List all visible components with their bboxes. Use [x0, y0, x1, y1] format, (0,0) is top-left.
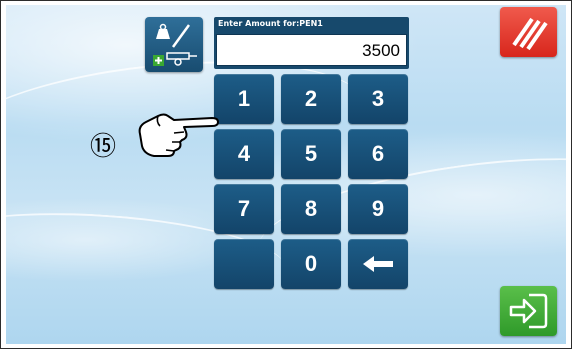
amount-entry-label: Enter Amount for:PEN1	[218, 19, 323, 28]
enter-arrow-icon	[509, 293, 548, 329]
cancel-button[interactable]	[500, 7, 557, 57]
weight-scale-trailer-icon	[153, 23, 197, 66]
key-6[interactable]: 6	[348, 129, 408, 179]
confirm-button[interactable]	[500, 286, 557, 336]
amount-entry-panel: Enter Amount for:PEN1 3500	[214, 17, 409, 69]
amount-value: 3500	[362, 41, 400, 60]
key-7[interactable]: 7	[214, 184, 274, 234]
key-blank	[214, 239, 274, 289]
key-0[interactable]: 0	[281, 239, 341, 289]
amount-field[interactable]: 3500	[216, 34, 407, 66]
key-8[interactable]: 8	[281, 184, 341, 234]
key-2[interactable]: 2	[281, 74, 341, 124]
callout-number: ⑮	[90, 132, 117, 162]
cancel-slashes-icon	[512, 17, 548, 51]
key-5[interactable]: 5	[281, 129, 341, 179]
arrow-left-icon	[363, 256, 393, 272]
backspace-key[interactable]	[348, 239, 408, 289]
key-1[interactable]: 1	[214, 74, 274, 124]
key-9[interactable]: 9	[348, 184, 408, 234]
pointing-hand-icon	[138, 113, 219, 157]
weigh-trailer-button[interactable]	[145, 17, 203, 72]
callout-annotation: ⑮	[90, 108, 220, 168]
key-3[interactable]: 3	[348, 74, 408, 124]
key-4[interactable]: 4	[214, 129, 274, 179]
